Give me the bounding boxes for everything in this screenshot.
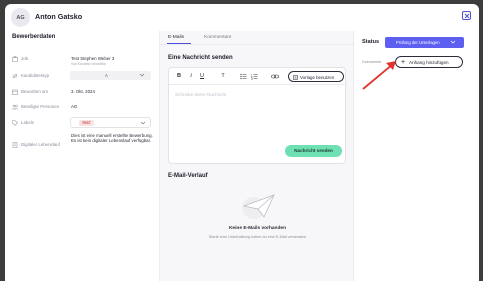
message-input[interactable]: Schreibe deine Nachricht xyxy=(175,92,226,97)
labels-row: Labels TEST xyxy=(12,117,157,131)
applicant-data-panel: Bewerberdaten Job Test Stephen Weber 3 V… xyxy=(5,31,159,281)
cv-value: Dies ist eine manuell erstellte Bewerbun… xyxy=(71,133,153,144)
tabs: E-Mails Kommentare xyxy=(160,31,355,45)
use-template-label: Vorlage benutzen xyxy=(300,74,335,80)
candidate-type-value: A xyxy=(105,73,108,78)
use-template-button[interactable]: Vorlage benutzen xyxy=(288,71,344,82)
document-icon xyxy=(12,142,18,148)
new-message-title: Eine Nachricht senden xyxy=(168,55,233,61)
job-label: Job xyxy=(21,56,29,61)
candidate-type-row: Kandidatentyp A xyxy=(12,71,157,84)
editor-toolbar: B I U T Vorlage benutzen xyxy=(169,68,347,85)
job-company: Von Kandelo Immobilia xyxy=(71,62,106,66)
status-value: Prüfung der Unterlagen xyxy=(396,40,440,45)
swap-icon xyxy=(12,73,18,79)
calendar-icon xyxy=(12,89,18,95)
job-row: Job Test Stephen Weber 3 Von Kandelo Imm… xyxy=(12,55,157,67)
applied-label: Beworben am xyxy=(21,89,49,94)
chevron-down-icon xyxy=(139,73,145,77)
chevron-down-icon xyxy=(140,121,146,125)
involved-row: Beteiligte Personen AG xyxy=(12,103,157,115)
tabs-divider xyxy=(160,44,355,45)
candidate-type-label: Kandidatentyp xyxy=(21,73,50,78)
add-attachment-label: Anhang hinzufügen xyxy=(409,60,449,65)
tab-emails[interactable]: E-Mails xyxy=(168,35,184,40)
plus-icon: + xyxy=(401,59,406,66)
status-dropdown[interactable]: Prüfung der Unterlagen xyxy=(385,37,464,48)
cv-label: Digitaler Lebenslauf xyxy=(21,142,60,147)
text-format-button[interactable]: T xyxy=(219,73,227,79)
applicant-data-title: Bewerberdaten xyxy=(12,34,56,40)
italic-button[interactable]: I xyxy=(187,73,195,79)
bold-button[interactable]: B xyxy=(175,73,183,79)
communication-panel: E-Mails Kommentare Eine Nachricht senden… xyxy=(159,31,355,281)
briefcase-icon xyxy=(12,56,18,62)
involved-label: Beteiligte Personen xyxy=(21,104,60,109)
numbered-list-icon[interactable] xyxy=(251,73,258,80)
tag-icon xyxy=(12,120,18,126)
involved-value: AG xyxy=(71,104,78,109)
paper-plane-icon xyxy=(242,194,275,219)
candidate-modal: AG Anton Gatsko Bewerberdaten Job Test S… xyxy=(5,4,479,281)
modal-header: AG Anton Gatsko xyxy=(5,4,479,31)
annotation-arrow xyxy=(362,61,396,90)
labels-select[interactable]: TEST xyxy=(70,117,151,128)
empty-emails-subtitle: Starte eine Unterhaltung indem du eine E… xyxy=(208,235,307,239)
labels-label: Labels xyxy=(21,120,34,125)
avatar: AG xyxy=(11,8,30,27)
email-history-title: E-Mail-Verlauf xyxy=(168,173,208,179)
tab-comments[interactable]: Kommentare xyxy=(204,35,231,40)
applied-value: 3. Okt. 2024 xyxy=(71,89,95,94)
users-icon xyxy=(12,104,18,110)
template-icon xyxy=(293,74,298,80)
status-label: Status xyxy=(362,39,380,45)
cv-row: Digitaler Lebenslauf Dies ist eine manue… xyxy=(12,132,157,162)
chevron-down-icon xyxy=(450,40,456,44)
empty-emails-title: Keine E-Mails vorhanden xyxy=(228,226,287,231)
send-message-button[interactable]: Nachricht senden xyxy=(285,145,342,157)
close-button[interactable] xyxy=(462,11,471,20)
candidate-name: Anton Gatsko xyxy=(35,12,83,21)
add-attachment-button[interactable]: + Anhang hinzufügen xyxy=(395,56,463,68)
applied-row: Beworben am 3. Okt. 2024 xyxy=(12,88,157,100)
bullet-list-icon[interactable] xyxy=(240,73,247,80)
candidate-type-select[interactable]: A xyxy=(70,71,151,80)
close-icon xyxy=(464,13,469,18)
underline-button[interactable]: U xyxy=(198,73,206,79)
label-tag: TEST xyxy=(79,120,94,126)
link-icon[interactable] xyxy=(271,73,279,80)
job-value[interactable]: Test Stephen Weber 3 xyxy=(71,56,114,61)
message-editor: B I U T Vorlage benutzen Schreibe deine … xyxy=(168,67,347,164)
